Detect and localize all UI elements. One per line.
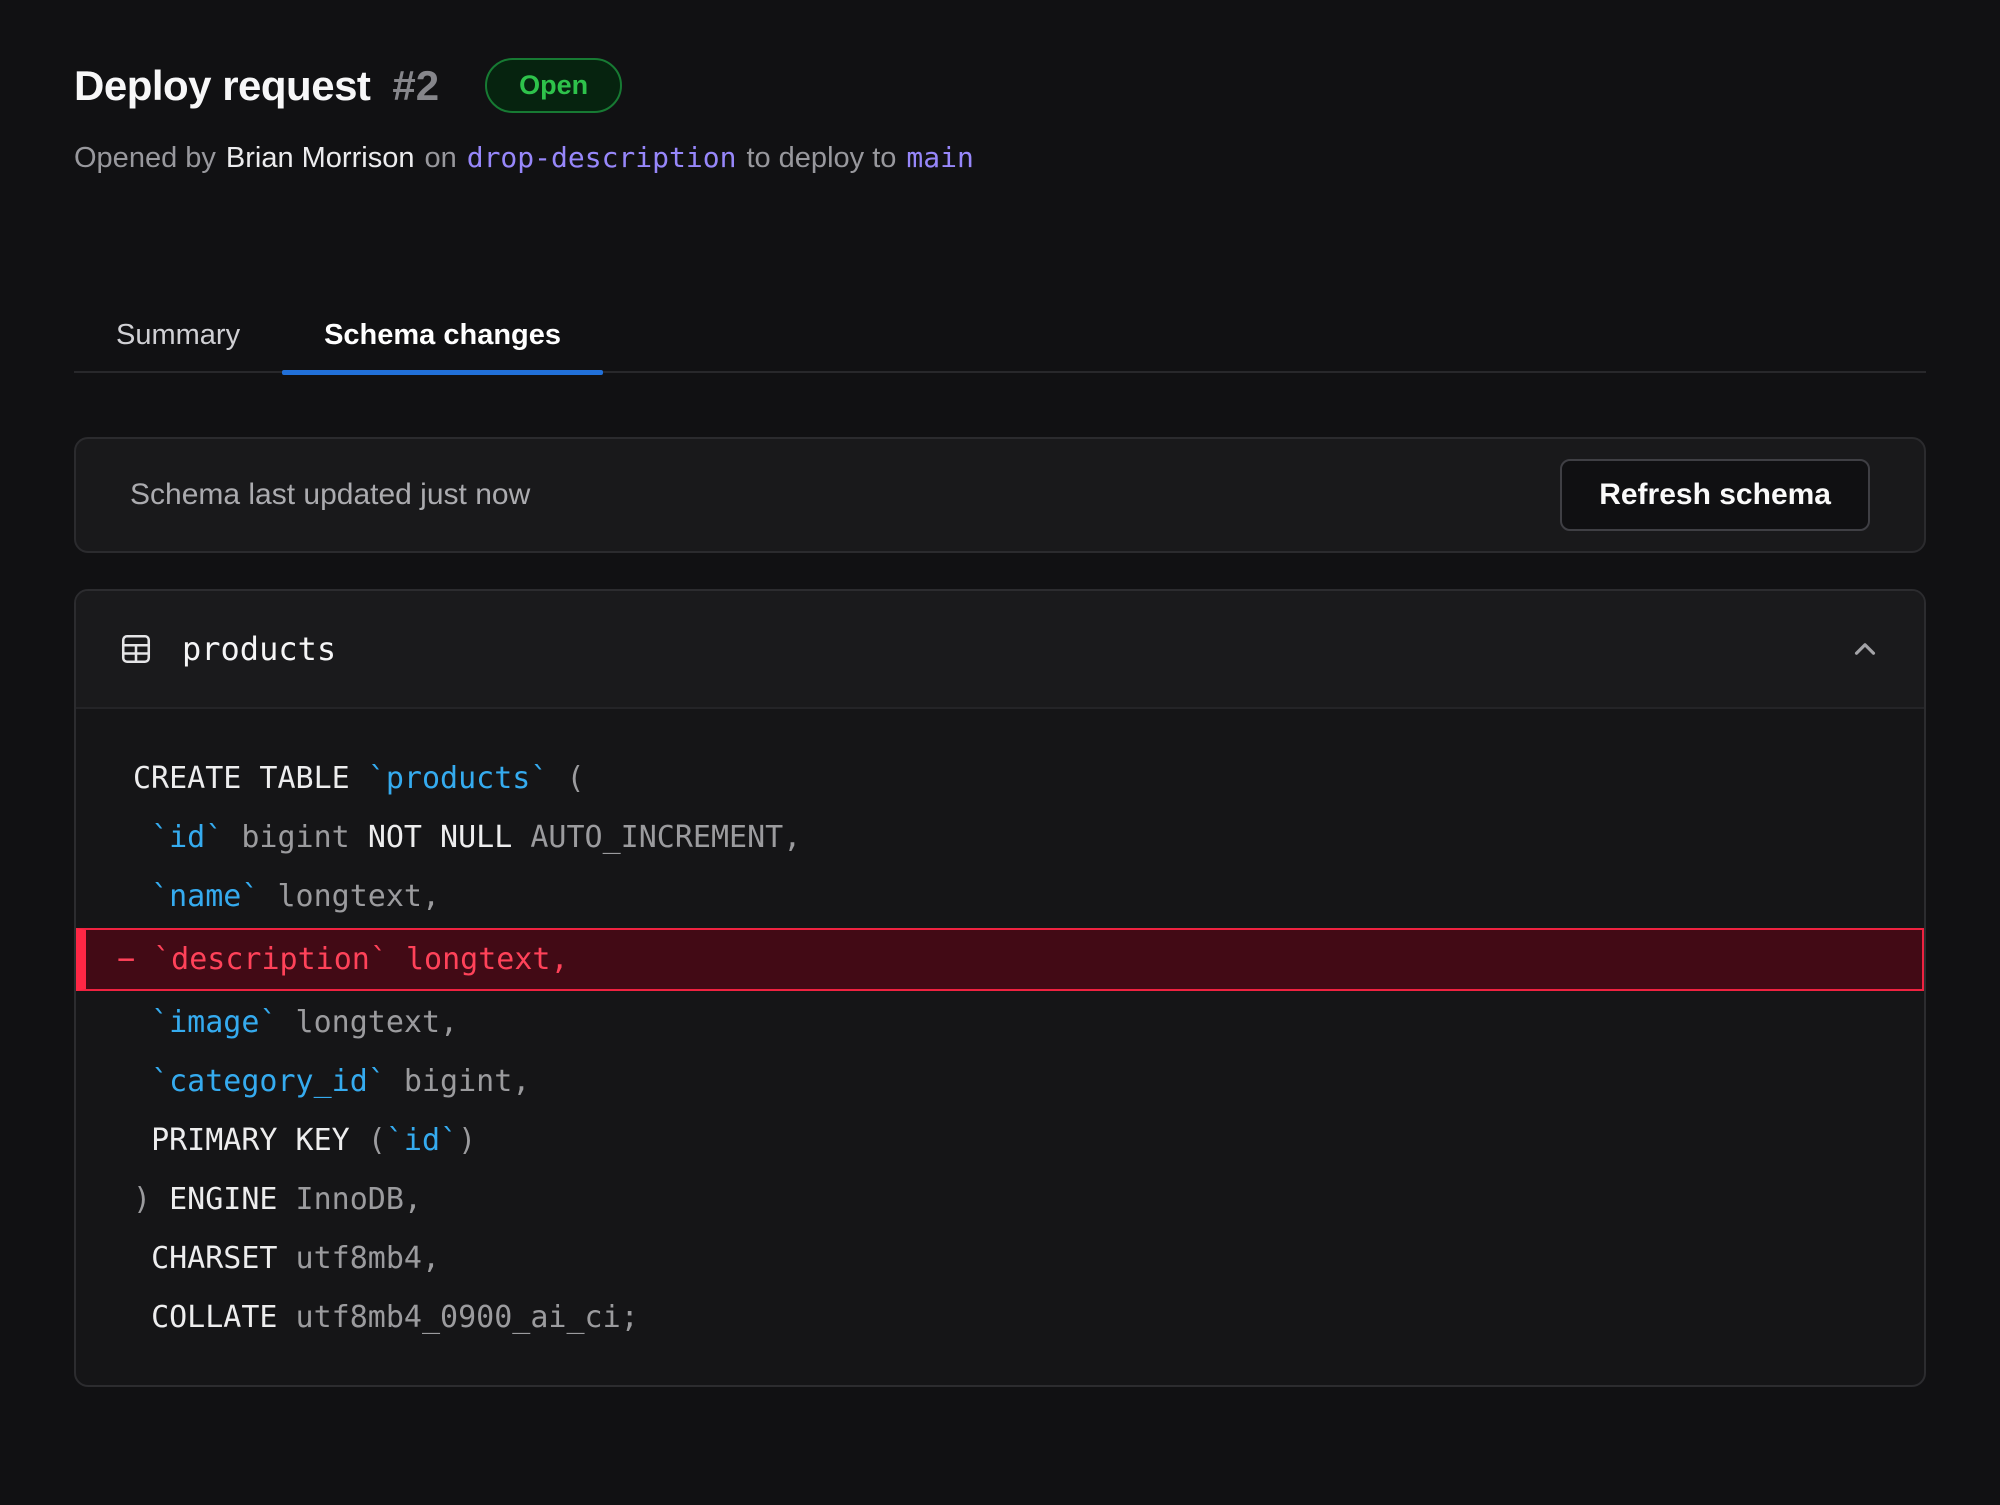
code-line: PRIMARY KEY (`id`): [76, 1111, 1924, 1170]
chevron-up-icon[interactable]: [1848, 632, 1882, 666]
refresh-schema-button[interactable]: Refresh schema: [1560, 459, 1870, 531]
page-title: Deploy request: [74, 62, 370, 110]
diff-removed-line: − `description` longtext,: [76, 928, 1924, 991]
table-schema-panel: products CREATE TABLE `products` ( `id` …: [74, 589, 1926, 1387]
byline-middle: to deploy to: [746, 142, 896, 175]
schema-status-bar: Schema last updated just now Refresh sch…: [74, 437, 1926, 553]
tab-summary[interactable]: Summary: [74, 299, 282, 371]
target-branch[interactable]: main: [906, 141, 973, 174]
byline: Opened by Brian Morrison on drop-descrip…: [74, 141, 1926, 175]
code-line: ) ENGINE InnoDB,: [76, 1170, 1924, 1229]
table-panel-header[interactable]: products: [76, 591, 1924, 709]
author-name: Brian Morrison: [226, 142, 415, 175]
code-line: CREATE TABLE `products` (: [76, 749, 1924, 808]
tab-schema-changes[interactable]: Schema changes: [282, 299, 603, 371]
code-line: `name` longtext,: [76, 867, 1924, 926]
table-icon: [118, 631, 154, 667]
deploy-request-page: Deploy request #2 Open Opened by Brian M…: [74, 0, 1926, 1387]
page-header: Deploy request #2 Open: [74, 58, 1926, 113]
code-line: `image` longtext,: [76, 993, 1924, 1052]
deploy-request-number: #2: [392, 62, 439, 110]
byline-on: on: [424, 142, 456, 175]
tab-bar: Summary Schema changes: [74, 299, 1926, 373]
schema-status-text: Schema last updated just now: [130, 478, 530, 512]
code-line: `id` bigint NOT NULL AUTO_INCREMENT,: [76, 808, 1924, 867]
sql-code: CREATE TABLE `products` ( `id` bigint NO…: [76, 709, 1924, 1385]
table-name: products: [182, 630, 336, 668]
code-line: COLLATE utf8mb4_0900_ai_ci;: [76, 1288, 1924, 1347]
code-line: CHARSET utf8mb4,: [76, 1229, 1924, 1288]
byline-prefix: Opened by: [74, 142, 216, 175]
code-line: `category_id` bigint,: [76, 1052, 1924, 1111]
source-branch[interactable]: drop-description: [467, 141, 737, 174]
status-badge: Open: [485, 58, 622, 113]
